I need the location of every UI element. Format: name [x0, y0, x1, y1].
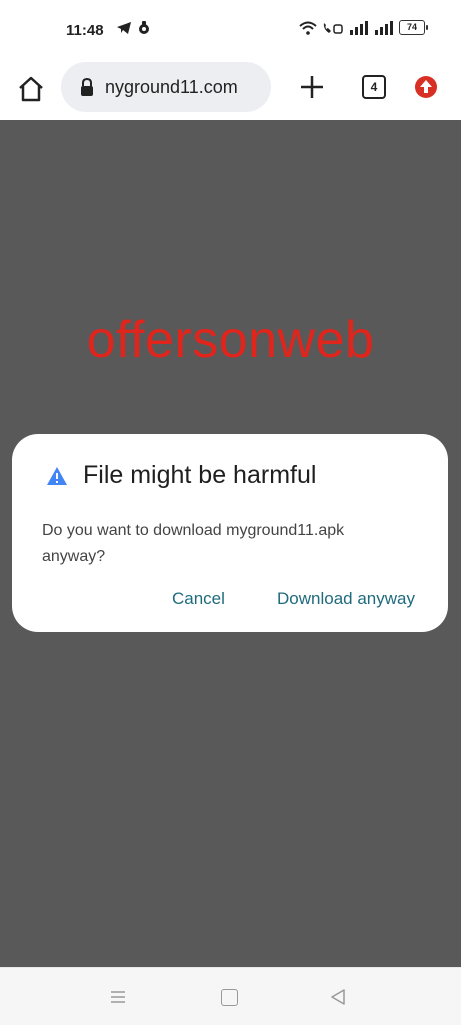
wifi-icon: [299, 21, 317, 35]
volte-icon: [323, 22, 343, 34]
lock-icon: [81, 77, 93, 96]
browser-toolbar: nyground11.com 4: [0, 58, 461, 120]
cancel-button[interactable]: Cancel: [172, 589, 225, 609]
square-icon[interactable]: [221, 989, 238, 1006]
address-bar[interactable]: nyground11.com: [61, 62, 271, 112]
status-bar: 11:48 74: [0, 0, 461, 58]
telegram-icon: [117, 22, 131, 34]
dialog-message-line1: Do you want to download myground11.apk: [42, 522, 345, 539]
dialog-title: File might be harmful: [83, 461, 317, 489]
menu-icon[interactable]: [110, 990, 126, 1004]
plus-icon[interactable]: [298, 73, 326, 101]
download-anyway-button[interactable]: Download anyway: [277, 589, 415, 609]
battery-icon: 74: [399, 20, 428, 35]
dialog-message: Do you want to download myground11.apk a…: [42, 518, 412, 570]
tab-switcher-button[interactable]: 4: [362, 75, 386, 99]
signal-icon-2: [375, 20, 393, 35]
update-icon[interactable]: [414, 75, 438, 99]
status-left-icons: [116, 20, 150, 36]
home-icon[interactable]: [16, 74, 46, 104]
back-icon[interactable]: [330, 988, 346, 1006]
status-right-icons: 74: [299, 20, 428, 35]
url-text: nyground11.com: [105, 76, 238, 97]
warning-icon: [47, 467, 67, 485]
signal-icon: [350, 20, 368, 35]
navigation-bar: [0, 967, 461, 1025]
dialog-message-line2: anyway?: [42, 548, 106, 565]
download-warning-dialog: File might be harmful Do you want to dow…: [12, 434, 448, 632]
status-time: 11:48: [66, 22, 104, 39]
watermark-text: offersonweb: [86, 311, 375, 369]
notification-icon: [139, 21, 149, 34]
